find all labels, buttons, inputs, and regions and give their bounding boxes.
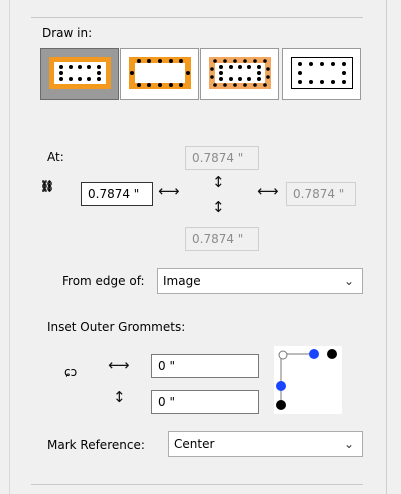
panel-right-border <box>386 0 387 494</box>
draw-mode-on-border-button[interactable] <box>40 48 119 100</box>
top-divider <box>31 17 363 18</box>
inset-vertical-field[interactable]: 0 " <box>151 390 259 414</box>
inset-horizontal-field[interactable]: 0 " <box>151 354 259 378</box>
draw-in-label: Draw in: <box>42 26 93 40</box>
draw-mode-inside-border-button[interactable] <box>120 48 199 100</box>
from-edge-label: From edge of: <box>62 274 145 288</box>
draw-mode-over-border-button[interactable] <box>200 48 279 100</box>
vertical-arrow-icon: ↕ <box>212 173 225 191</box>
at-left-field[interactable]: 0.7874 " <box>81 182 153 206</box>
from-edge-value: Image <box>163 274 201 288</box>
at-label: At: <box>47 150 64 164</box>
at-top-field[interactable]: 0.7874 " <box>185 146 259 170</box>
link-chain-icon[interactable]: ⛓ <box>40 180 54 193</box>
chevron-down-icon: ⌄ <box>343 437 354 451</box>
grommets-no-border-icon <box>291 57 353 89</box>
at-bottom-field[interactable]: 0.7874 " <box>185 227 259 251</box>
inset-label: Inset Outer Grommets: <box>47 320 186 334</box>
bottom-divider <box>31 484 363 485</box>
inset-horizontal-arrow-icon: ⟷ <box>108 356 130 374</box>
inset-vertical-arrow-icon: ↕ <box>113 388 126 406</box>
vertical-arrow-lower-icon: ↕ <box>212 198 225 216</box>
unlink-chain-icon[interactable]: ɕɔ <box>64 365 77 379</box>
grommets-over-border-icon <box>209 57 271 89</box>
from-edge-select[interactable]: Image ⌄ <box>157 268 363 294</box>
draw-mode-no-border-button[interactable] <box>282 48 361 100</box>
chevron-down-icon: ⌄ <box>343 274 354 288</box>
at-right-field[interactable]: 0.7874 " <box>286 182 356 206</box>
mark-reference-select[interactable]: Center ⌄ <box>168 431 363 457</box>
grommets-inside-border-icon <box>129 57 191 89</box>
grommets-on-border-icon <box>49 57 111 89</box>
panel-left-border <box>9 0 10 494</box>
mark-reference-value: Center <box>174 437 215 451</box>
horizontal-arrow-left-icon: ⟷ <box>158 182 180 200</box>
mark-reference-label: Mark Reference: <box>47 438 145 452</box>
horizontal-arrow-right-icon: ⟷ <box>257 182 279 200</box>
inset-preview <box>274 346 342 414</box>
